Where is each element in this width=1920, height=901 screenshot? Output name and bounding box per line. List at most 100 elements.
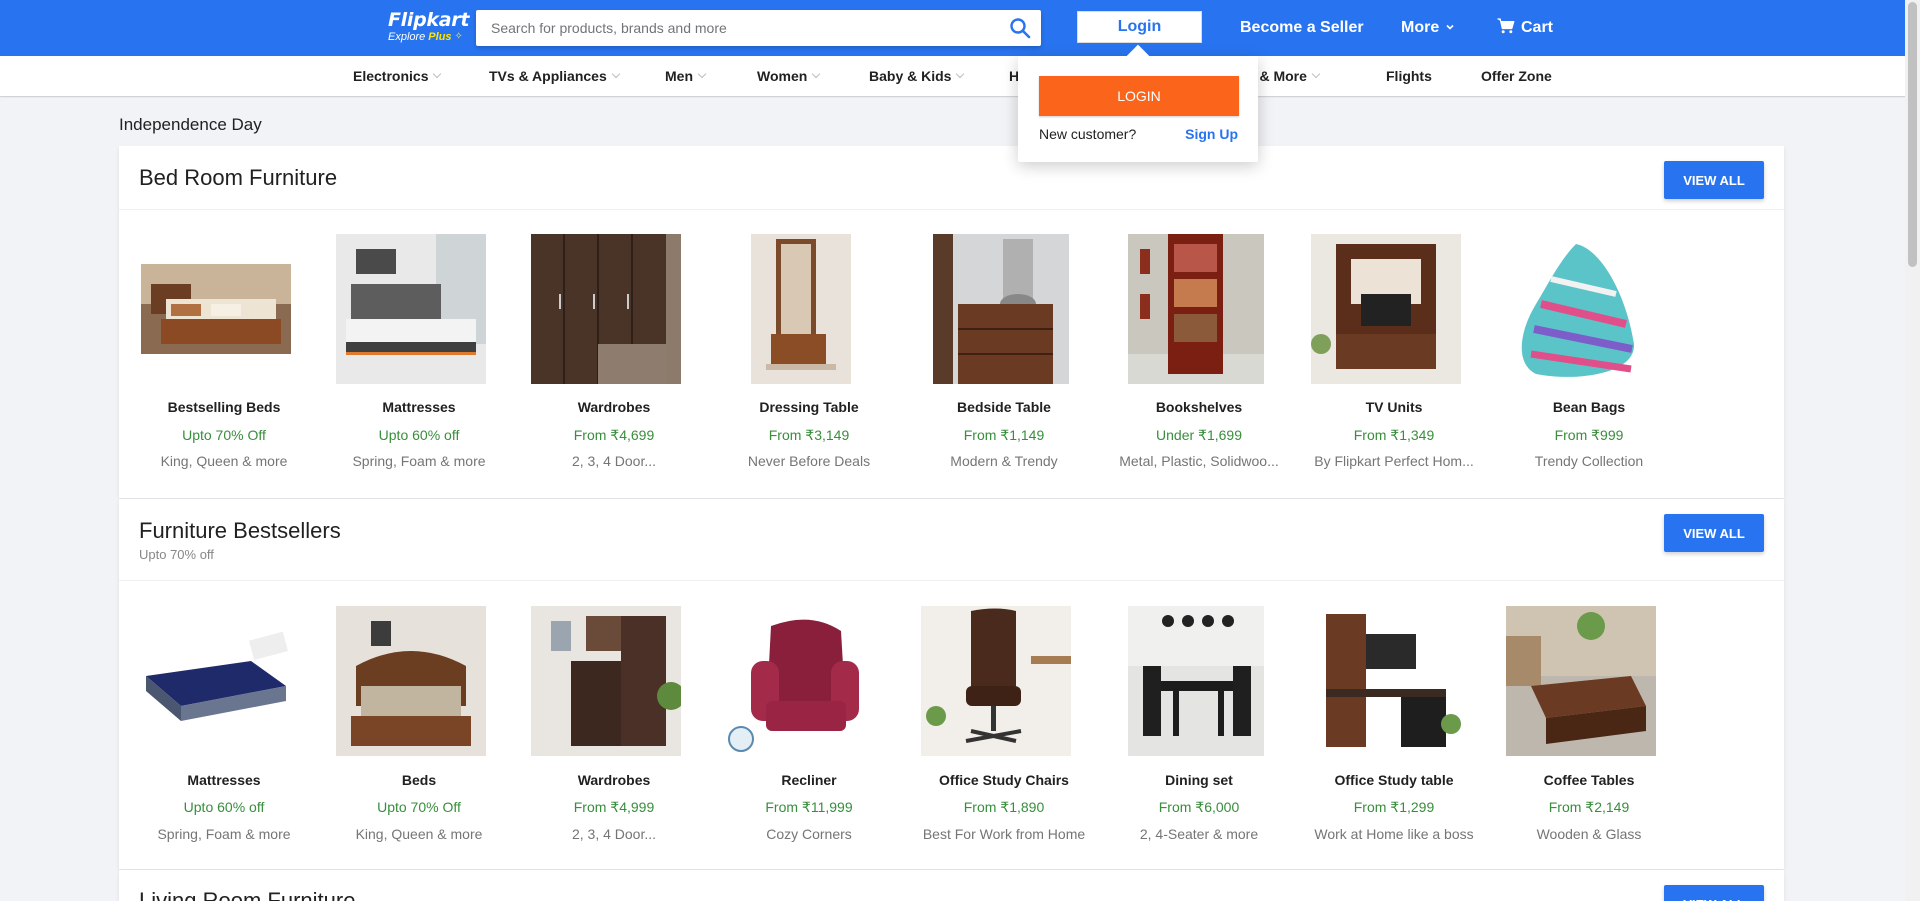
- wardrobe-image: [531, 234, 681, 384]
- logo-explore: Explore: [388, 31, 426, 43]
- view-all-button[interactable]: VIEW ALL: [1664, 161, 1764, 199]
- product-price: From ₹1,349: [1353, 427, 1435, 443]
- section-subtitle: Upto 70% off: [139, 547, 214, 562]
- section-title: Bed Room Furniture: [139, 165, 338, 190]
- chevron-down-icon: [697, 69, 707, 79]
- page-scrollbar[interactable]: [1905, 0, 1920, 901]
- product-desc: 2, 3, 4 Door...: [571, 453, 657, 469]
- page-title: Independence Day: [119, 115, 262, 134]
- product-price: From ₹1,299: [1353, 799, 1435, 815]
- category-label: Electronics: [353, 68, 429, 84]
- product-price: From ₹4,999: [573, 799, 655, 815]
- dressing-table-image: [751, 234, 851, 384]
- product-name: Bookshelves: [1155, 399, 1243, 415]
- more-menu[interactable]: More: [1401, 0, 1455, 56]
- tv-unit-image: [1311, 234, 1461, 384]
- product-price: From ₹2,149: [1548, 799, 1630, 815]
- bean-bag-image: [1506, 234, 1656, 384]
- category-label: Baby & Kids: [869, 68, 952, 84]
- scrollbar-thumb[interactable]: [1908, 2, 1917, 267]
- search-bar: [476, 10, 1041, 46]
- product-name: Dressing Table: [759, 399, 859, 415]
- category-flights[interactable]: Flights: [1386, 56, 1432, 96]
- product-name: Office Study table: [1334, 772, 1454, 788]
- logo-plus: Plus: [428, 31, 452, 43]
- category-label: Offer Zone: [1481, 68, 1552, 84]
- product-desc: King, Queen & more: [160, 453, 288, 469]
- mattress-image: [336, 234, 486, 384]
- section-title: Living Room Furniture: [139, 888, 356, 901]
- category-men[interactable]: Men: [665, 56, 707, 96]
- wardrobe-image: [531, 606, 685, 756]
- category-label: TVs & Appliances: [489, 68, 607, 84]
- product-price: From ₹4,699: [573, 427, 655, 443]
- product-price: Upto 70% Off: [182, 427, 266, 443]
- category-women[interactable]: Women: [757, 56, 821, 96]
- chevron-down-icon: [611, 69, 620, 79]
- category-baby-kids[interactable]: Baby & Kids: [869, 56, 965, 96]
- signup-link[interactable]: Sign Up: [1185, 126, 1238, 142]
- category-offer-zone[interactable]: Offer Zone: [1481, 56, 1552, 96]
- product-desc: Spring, Foam & more: [157, 826, 291, 842]
- cart-icon: [1497, 17, 1515, 39]
- section-furniture-bestsellers: Furniture Bestsellers Upto 70% off VIEW …: [119, 499, 1784, 869]
- section-header: Living Room Furniture VIEW ALL: [119, 870, 1784, 901]
- search-input[interactable]: [476, 10, 976, 46]
- product-name: Mattresses: [382, 399, 456, 415]
- product-name: Mattresses: [187, 772, 261, 788]
- more-label: More: [1401, 19, 1440, 36]
- chevron-down-icon: [812, 69, 821, 79]
- product-name: Recliner: [781, 772, 837, 788]
- product-price: Under ₹1,699: [1156, 427, 1242, 443]
- chevron-down-icon: [433, 69, 442, 79]
- view-all-button[interactable]: VIEW ALL: [1664, 514, 1764, 552]
- view-all-button[interactable]: VIEW ALL: [1664, 885, 1764, 901]
- coffee-table-image: [1506, 606, 1656, 756]
- product-price: From ₹6,000: [1158, 799, 1240, 815]
- flipkart-logo[interactable]: Flipkart Explore Plus ✧: [388, 9, 470, 45]
- section-living-room-furniture: Living Room Furniture VIEW ALL: [119, 870, 1784, 901]
- logo-text: Flipkart: [388, 9, 470, 31]
- bed-image: [141, 264, 291, 354]
- product-price: From ₹3,149: [768, 427, 850, 443]
- product-name: Bedside Table: [957, 399, 1051, 415]
- search-icon[interactable]: [1009, 17, 1033, 39]
- login-dropdown: LOGIN New customer? Sign Up: [1018, 56, 1258, 162]
- product-desc: Spring, Foam & more: [352, 453, 486, 469]
- product-name: Coffee Tables: [1543, 772, 1635, 788]
- plus-star-icon: ✧: [454, 31, 463, 42]
- login-button[interactable]: Login: [1077, 11, 1202, 43]
- product-price: Upto 70% Off: [377, 799, 461, 815]
- product-desc: By Flipkart Perfect Hom...: [1314, 453, 1474, 469]
- product-desc: Trendy Collection: [1534, 453, 1644, 469]
- chevron-down-icon: [1445, 19, 1455, 37]
- section-bedroom-furniture: Bed Room Furniture VIEW ALL Bestselling …: [119, 146, 1784, 498]
- category-nav: Electronics TVs & Appliances Men Women B…: [0, 56, 1920, 96]
- product-name: Bean Bags: [1552, 399, 1626, 415]
- product-name: Office Study Chairs: [939, 772, 1069, 788]
- dropdown-login-button[interactable]: LOGIN: [1039, 76, 1239, 116]
- category-electronics[interactable]: Electronics: [353, 56, 442, 96]
- product-desc: Never Before Deals: [747, 453, 871, 469]
- product-desc: Wooden & Glass: [1536, 826, 1642, 842]
- product-name: Wardrobes: [577, 772, 651, 788]
- product-price: From ₹999: [1554, 427, 1624, 443]
- become-seller-link[interactable]: Become a Seller: [1240, 0, 1364, 56]
- new-customer-text: New customer?: [1039, 126, 1137, 142]
- section-header: Bed Room Furniture VIEW ALL: [119, 146, 1784, 210]
- office-chair-image: [921, 606, 1071, 756]
- category-tvs-appliances[interactable]: TVs & Appliances: [489, 56, 620, 96]
- top-header: Flipkart Explore Plus ✧ Login Become a S…: [0, 0, 1920, 56]
- cart-link[interactable]: Cart: [1497, 0, 1553, 56]
- product-desc: Modern & Trendy: [950, 453, 1058, 469]
- bedside-table-image: [933, 234, 1069, 384]
- product-price: From ₹11,999: [765, 799, 853, 815]
- product-desc: Best For Work from Home: [922, 826, 1086, 842]
- category-label: Women: [757, 68, 808, 84]
- section-title: Furniture Bestsellers: [139, 518, 341, 543]
- category-label: Flights: [1386, 68, 1432, 84]
- mattress-image: [141, 606, 291, 756]
- product-price: From ₹1,149: [963, 427, 1045, 443]
- chevron-down-icon: [956, 69, 965, 79]
- section-header: Furniture Bestsellers Upto 70% off VIEW …: [119, 499, 1784, 581]
